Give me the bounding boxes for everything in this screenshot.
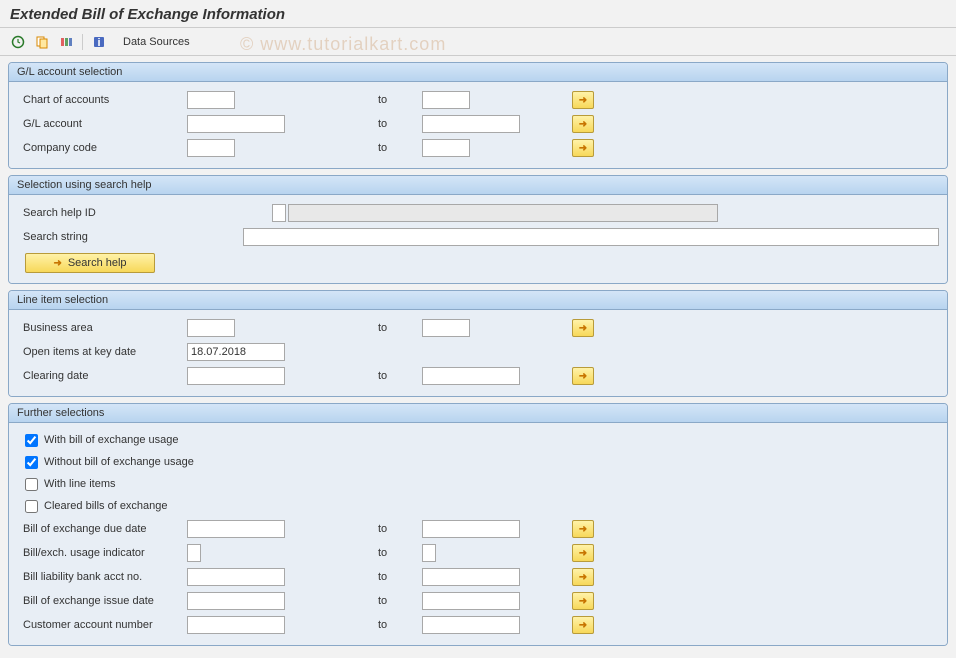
input-search-string[interactable] [243,228,939,246]
input-company-code-from[interactable] [187,139,235,157]
label-to: to [372,94,422,106]
input-boe-usage-from[interactable] [187,544,201,562]
checkbox-with-boe-usage[interactable] [25,434,38,447]
input-clearing-date-from[interactable] [187,367,285,385]
input-gl-account-from[interactable] [187,115,285,133]
checkbox-with-line-items[interactable] [25,478,38,491]
search-help-button[interactable]: ➜ Search help [25,253,155,273]
group-search-help: Selection using search help Search help … [8,175,948,284]
group-header-line: Line item selection [9,291,947,310]
label-gl-account: G/L account [17,118,187,130]
label-to: to [372,523,422,535]
checkbox-cleared-boe[interactable] [25,500,38,513]
group-line-item: Line item selection Business area to ➜ O… [8,290,948,397]
label-to: to [372,547,422,559]
group-header-further: Further selections [9,404,947,423]
multiple-selection-button[interactable]: ➜ [572,568,594,586]
input-boe-issue-to[interactable] [422,592,520,610]
label-bill-liability: Bill liability bank acct no. [17,571,187,583]
label-to: to [372,370,422,382]
page-title: Extended Bill of Exchange Information [10,6,946,23]
label-search-string: Search string [17,231,243,243]
multiple-selection-button[interactable]: ➜ [572,616,594,634]
label-to: to [372,118,422,130]
label-with-line-items: With line items [44,478,116,490]
data-sources-link[interactable]: Data Sources [117,34,196,50]
label-clearing-date: Clearing date [17,370,187,382]
label-without-boe-usage: Without bill of exchange usage [44,456,194,468]
input-chart-of-accounts-to[interactable] [422,91,470,109]
group-header-search: Selection using search help [9,176,947,195]
multiple-selection-button[interactable]: ➜ [572,139,594,157]
input-gl-account-to[interactable] [422,115,520,133]
input-business-area-to[interactable] [422,319,470,337]
toolbar: i Data Sources [0,28,956,56]
multiple-selection-button[interactable]: ➜ [572,544,594,562]
input-boe-due-from[interactable] [187,520,285,538]
input-boe-due-to[interactable] [422,520,520,538]
input-open-items-date[interactable] [187,343,285,361]
label-to: to [372,322,422,334]
label-to: to [372,619,422,631]
input-boe-issue-from[interactable] [187,592,285,610]
input-boe-usage-to[interactable] [422,544,436,562]
multiple-selection-button[interactable]: ➜ [572,115,594,133]
label-to: to [372,571,422,583]
input-search-help-id-desc[interactable] [288,204,718,222]
multiple-selection-button[interactable]: ➜ [572,520,594,538]
label-boe-issue-date: Bill of exchange issue date [17,595,187,607]
label-with-boe-usage: With bill of exchange usage [44,434,179,446]
input-clearing-date-to[interactable] [422,367,520,385]
input-company-code-to[interactable] [422,139,470,157]
group-gl-selection: G/L account selection Chart of accounts … [8,62,948,169]
input-search-help-id-short[interactable] [272,204,286,222]
group-further-selections: Further selections With bill of exchange… [8,403,948,646]
multiple-selection-button[interactable]: ➜ [572,319,594,337]
input-business-area-from[interactable] [187,319,235,337]
input-cust-acct-from[interactable] [187,616,285,634]
multiple-selection-button[interactable]: ➜ [572,367,594,385]
label-boe-due-date: Bill of exchange due date [17,523,187,535]
group-header-gl: G/L account selection [9,63,947,82]
info-icon[interactable]: i [89,32,109,52]
input-bill-liability-from[interactable] [187,568,285,586]
label-boe-usage-indicator: Bill/exch. usage indicator [17,547,187,559]
checkbox-without-boe-usage[interactable] [25,456,38,469]
multiple-selection-button[interactable]: ➜ [572,91,594,109]
input-bill-liability-to[interactable] [422,568,520,586]
label-business-area: Business area [17,322,187,334]
toolbar-separator [82,34,83,50]
label-cleared-boe: Cleared bills of exchange [44,500,168,512]
search-help-button-label: Search help [68,257,127,269]
selection-options-icon[interactable] [56,32,76,52]
execute-icon[interactable] [8,32,28,52]
label-cust-acct: Customer account number [17,619,187,631]
arrow-right-icon: ➜ [53,258,61,269]
label-open-items: Open items at key date [17,346,187,358]
label-to: to [372,595,422,607]
multiple-selection-button[interactable]: ➜ [572,592,594,610]
svg-text:i: i [97,37,100,49]
label-to: to [372,142,422,154]
get-variant-icon[interactable] [32,32,52,52]
label-search-help-id: Search help ID [17,207,272,219]
label-chart-of-accounts: Chart of accounts [17,94,187,106]
input-chart-of-accounts-from[interactable] [187,91,235,109]
label-company-code: Company code [17,142,187,154]
input-cust-acct-to[interactable] [422,616,520,634]
